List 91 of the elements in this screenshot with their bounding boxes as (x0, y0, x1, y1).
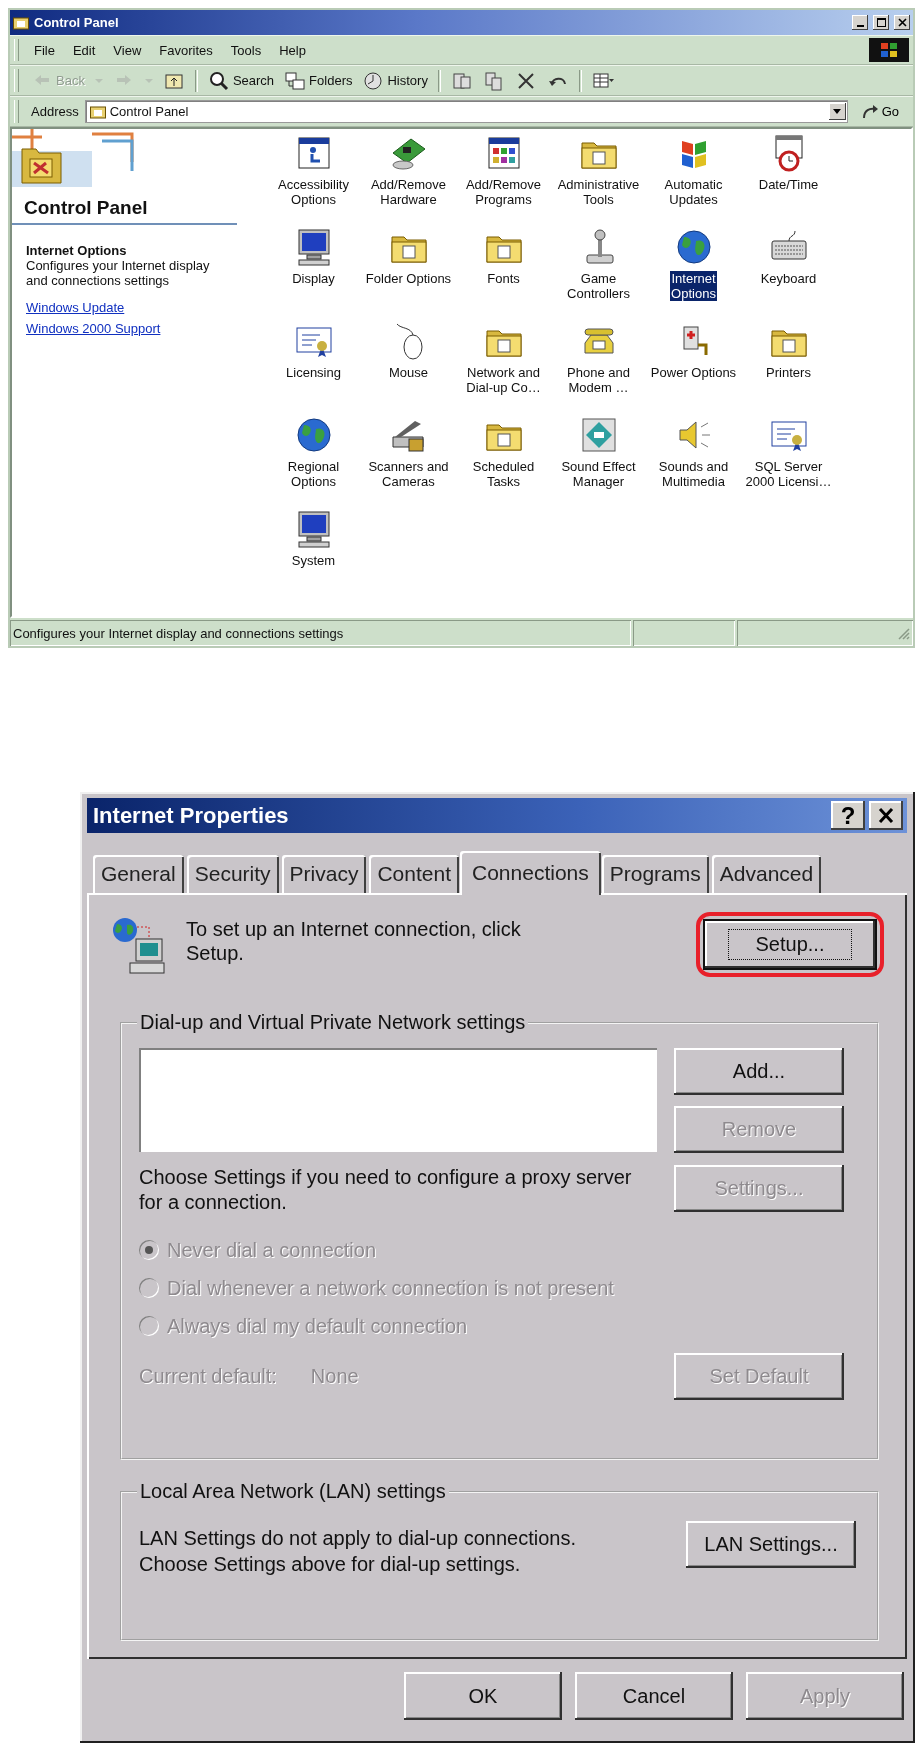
item-label[interactable]: Scanners and Cameras (367, 459, 450, 489)
item-label[interactable]: Fonts (486, 271, 521, 286)
minimize-button[interactable] (852, 15, 868, 30)
menu-item[interactable]: Help (270, 40, 315, 60)
resize-grip-icon (896, 626, 910, 640)
search-icon (207, 69, 230, 92)
caret-icon (833, 109, 842, 114)
radio-label: Dial whenever a network connection is not present (167, 1276, 614, 1300)
sidebar-heading: Control Panel (24, 196, 149, 220)
proxy-description: Choose Settings if you need to configure a proxy server for a connection. (139, 1165, 633, 1215)
menu-item[interactable]: File (25, 40, 64, 60)
selected-item-description: Configures your Internet display and connections settings (26, 258, 211, 288)
item-label[interactable]: Internet Options (670, 271, 717, 301)
minimize-icon (856, 24, 864, 27)
radio-label: Always dial my default connection (167, 1314, 468, 1338)
tab[interactable]: Connections (460, 851, 601, 895)
logo-icon (869, 38, 909, 62)
tab[interactable]: Security (186, 855, 279, 893)
help-button[interactable]: ? (831, 801, 865, 830)
tab[interactable]: Advanced (711, 855, 822, 893)
menu-item[interactable]: Favorites (150, 40, 222, 60)
item-label[interactable]: Keyboard (759, 271, 818, 286)
sidebar-link[interactable]: Windows 2000 Support (26, 321, 161, 336)
item-label[interactable]: Sounds and Multimedia (657, 459, 730, 489)
go-arrow-icon (861, 103, 880, 120)
item-label[interactable]: Display (291, 271, 336, 286)
address-label: Address (31, 104, 79, 119)
dropdown-button[interactable] (828, 103, 846, 120)
lan-description: Choose Settings above for dial-up settings. (139, 1552, 522, 1577)
maximize-button[interactable] (873, 15, 889, 30)
tab[interactable]: Content (369, 855, 459, 893)
item-label[interactable]: SQL Server 2000 Licensi… (744, 459, 833, 489)
tab[interactable]: Privacy (281, 855, 367, 893)
close-icon (897, 18, 907, 27)
tab[interactable]: General (93, 855, 184, 893)
setup-button[interactable]: Setup... (705, 921, 875, 968)
caret-icon (144, 78, 153, 83)
lan-description: LAN Settings do not apply to dial-up connections. (139, 1526, 576, 1551)
current-default-label: Current default: (139, 1365, 277, 1388)
item-label[interactable]: Add/Remove Programs (464, 177, 543, 207)
selected-item-title: Internet Options (26, 243, 128, 258)
menu-item[interactable]: View (104, 40, 151, 60)
item-label[interactable]: Administrative Tools (556, 177, 641, 207)
history-button[interactable]: History (358, 67, 432, 94)
maximize-icon (876, 18, 886, 27)
item-label[interactable]: Date/Time (757, 177, 820, 192)
dialog-button[interactable]: OK (404, 1672, 562, 1720)
item-label[interactable]: Power Options (649, 365, 738, 380)
item-label[interactable]: System (290, 553, 337, 568)
item-label[interactable]: Game Controllers (566, 271, 631, 301)
dialog-button[interactable]: Add... (674, 1048, 844, 1095)
item-label[interactable]: Accessibility Options (277, 177, 350, 207)
item-label[interactable]: Folder Options (364, 271, 453, 286)
connection-list[interactable] (139, 1048, 657, 1152)
tab[interactable]: Programs (601, 855, 709, 893)
caret-icon (94, 78, 103, 83)
close-icon (878, 808, 894, 823)
history-clock-icon (362, 69, 385, 92)
item-label[interactable]: Automatic Updates (663, 177, 724, 207)
dialog-title: Internet Properties (93, 802, 290, 829)
dialog-button[interactable]: Cancel (575, 1672, 733, 1720)
close-button[interactable] (894, 15, 910, 30)
setup-instruction: To set up an Internet connection, click Setup. (186, 917, 522, 965)
close-button[interactable] (869, 801, 903, 830)
search-button[interactable]: Search (203, 67, 279, 94)
menu-item[interactable]: Edit (63, 40, 105, 60)
status-text: Configures your Internet display and connections settings (10, 620, 631, 646)
item-label[interactable]: Licensing (285, 365, 342, 380)
lan-settings-button[interactable]: LAN Settings... (686, 1521, 856, 1568)
current-default-value: None (310, 1365, 359, 1388)
folder-icon (13, 15, 29, 30)
radio-label: Never dial a connection (167, 1238, 376, 1262)
address-field[interactable]: Control Panel (84, 100, 848, 123)
item-label[interactable]: Regional Options (286, 459, 341, 489)
copy-to-icon (482, 69, 505, 92)
item-label[interactable]: Add/Remove Hardware (369, 177, 448, 207)
folders-button[interactable]: Folders (280, 67, 357, 94)
go-button[interactable]: Go (853, 101, 907, 122)
menu-item[interactable]: Tools (221, 40, 271, 60)
group-title: Dial-up and Virtual Private Network settings (139, 1011, 527, 1034)
group-title: Local Area Network (LAN) settings (139, 1480, 447, 1503)
sidebar-link[interactable]: Windows Update (26, 300, 125, 315)
window-title: Control Panel (34, 15, 120, 30)
item-label[interactable]: Network and Dial-up Co… (465, 365, 542, 395)
item-label[interactable]: Phone and Modem … (566, 365, 631, 395)
item-label[interactable]: Scheduled Tasks (471, 459, 536, 489)
item-label[interactable]: Printers (765, 365, 812, 380)
folder-icon (89, 104, 106, 119)
item-label[interactable]: Sound Effect Manager (560, 459, 637, 489)
folders-icon (284, 69, 307, 92)
item-label[interactable]: Mouse (388, 365, 429, 380)
